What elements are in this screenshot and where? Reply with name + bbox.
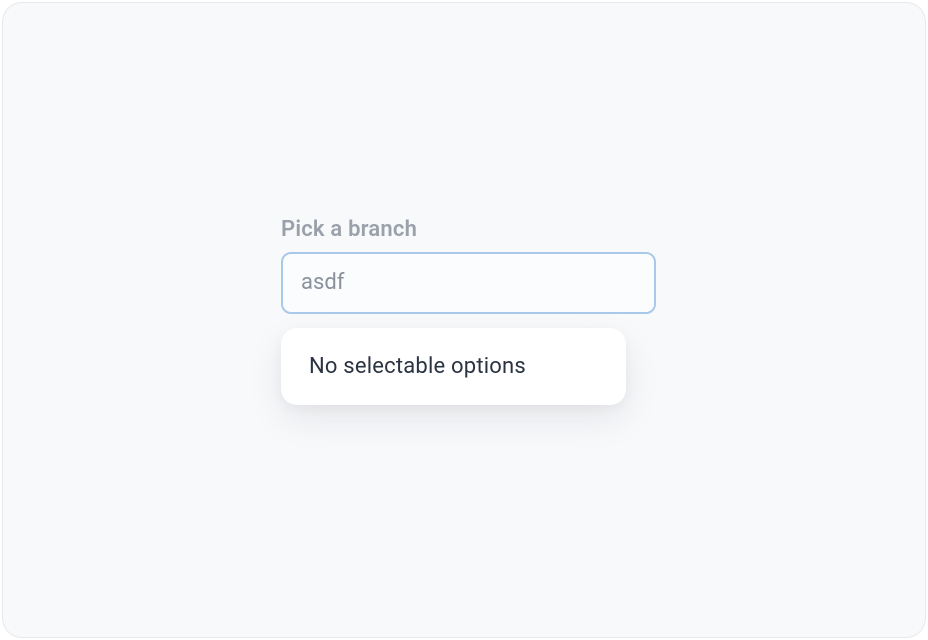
branch-picker-input-wrap xyxy=(281,252,656,314)
dropdown-empty-message: No selectable options xyxy=(309,354,598,379)
branch-picker-input[interactable] xyxy=(281,252,656,314)
panel-card: Pick a branch No selectable options xyxy=(2,2,926,638)
branch-picker-label: Pick a branch xyxy=(281,217,656,242)
branch-picker-dropdown[interactable]: No selectable options xyxy=(281,328,626,405)
branch-picker-group: Pick a branch No selectable options xyxy=(281,217,656,405)
